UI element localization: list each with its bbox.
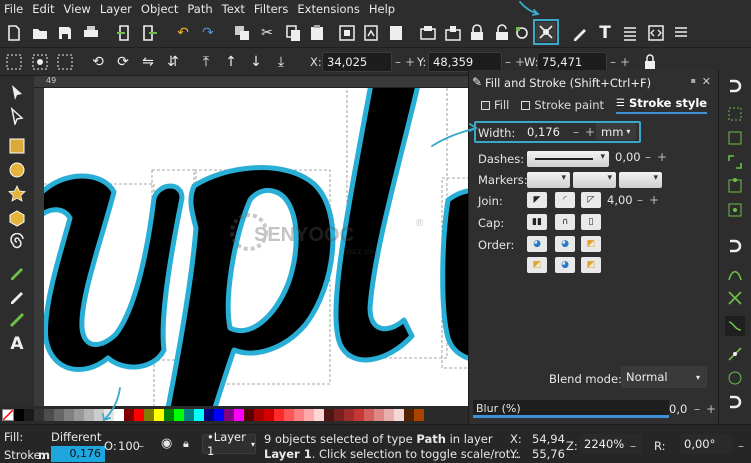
annotation-arrows — [102, 1, 540, 422]
arrow-head-width — [469, 123, 478, 132]
arrow-to-stroke — [103, 387, 121, 421]
